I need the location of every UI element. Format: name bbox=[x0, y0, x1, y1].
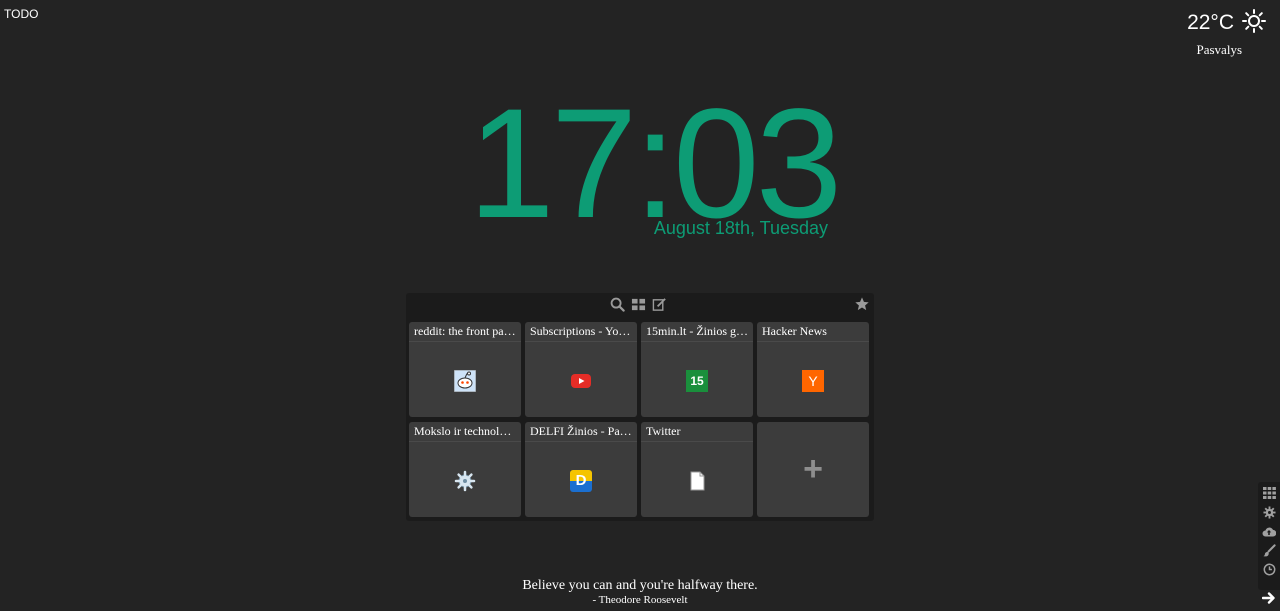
tile-delfi[interactable]: DELFI Žinios - Pag… D bbox=[525, 422, 637, 517]
document-icon bbox=[686, 470, 708, 492]
plus-icon: + bbox=[803, 450, 823, 488]
tile-title: Mokslo ir technolog… bbox=[409, 422, 521, 442]
search-icon[interactable] bbox=[610, 297, 625, 317]
brush-icon[interactable] bbox=[1262, 543, 1276, 557]
quote-author: - Theodore Roosevelt bbox=[592, 594, 688, 606]
tile-hacker-news[interactable]: Hacker News Y bbox=[757, 322, 869, 417]
tile-youtube[interactable]: Subscriptions - You… bbox=[525, 322, 637, 417]
tile-reddit[interactable]: reddit: the front pag… bbox=[409, 322, 521, 417]
tile-title: 15min.lt - Žinios gy… bbox=[641, 322, 753, 342]
edit-icon[interactable] bbox=[652, 297, 667, 317]
arrow-right-icon[interactable] bbox=[1261, 591, 1276, 610]
hacker-news-icon: Y bbox=[802, 370, 824, 392]
quote-text: Believe you can and you're halfway there… bbox=[522, 578, 758, 593]
clock: 17:03 August 18th, Tuesday bbox=[468, 78, 842, 250]
quote: Believe you can and you're halfway there… bbox=[0, 578, 1280, 606]
star-icon[interactable] bbox=[854, 296, 870, 317]
tile-title: Hacker News bbox=[757, 322, 869, 342]
speed-dial: reddit: the front pag… Subscriptions - Y… bbox=[406, 293, 874, 521]
grid-icon[interactable] bbox=[631, 297, 646, 317]
tile-title: Twitter bbox=[641, 422, 753, 442]
sidebar bbox=[1258, 482, 1280, 590]
grid-icon[interactable] bbox=[1262, 486, 1276, 500]
todo-link[interactable]: TODO bbox=[4, 7, 38, 21]
tile-title: Subscriptions - You… bbox=[525, 322, 637, 342]
tile-grid: reddit: the front pag… Subscriptions - Y… bbox=[409, 322, 869, 517]
sun-icon bbox=[1242, 8, 1266, 38]
tile-title: reddit: the front pag… bbox=[409, 322, 521, 342]
reddit-icon bbox=[453, 369, 477, 393]
delfi-icon: D bbox=[570, 470, 592, 492]
settings-icon[interactable] bbox=[1262, 505, 1276, 519]
weather-widget[interactable]: 22°C Pasvalys bbox=[1162, 8, 1266, 58]
gear-icon bbox=[454, 470, 476, 492]
tile-mokslo[interactable]: Mokslo ir technolog… bbox=[409, 422, 521, 517]
clock-icon[interactable] bbox=[1262, 562, 1276, 576]
tile-twitter[interactable]: Twitter bbox=[641, 422, 753, 517]
tile-title: DELFI Žinios - Pag… bbox=[525, 422, 637, 442]
temperature: 22°C bbox=[1187, 11, 1234, 34]
add-tile-button[interactable]: + bbox=[757, 422, 869, 517]
weather-city: Pasvalys bbox=[1196, 42, 1243, 57]
youtube-icon bbox=[570, 370, 592, 392]
tile-15min[interactable]: 15min.lt - Žinios gy… 15 bbox=[641, 322, 753, 417]
15min-icon: 15 bbox=[686, 370, 708, 392]
speed-dial-toolbar bbox=[406, 293, 874, 315]
clock-date: August 18th, Tuesday bbox=[653, 218, 828, 238]
cloud-upload-icon[interactable] bbox=[1262, 524, 1276, 538]
